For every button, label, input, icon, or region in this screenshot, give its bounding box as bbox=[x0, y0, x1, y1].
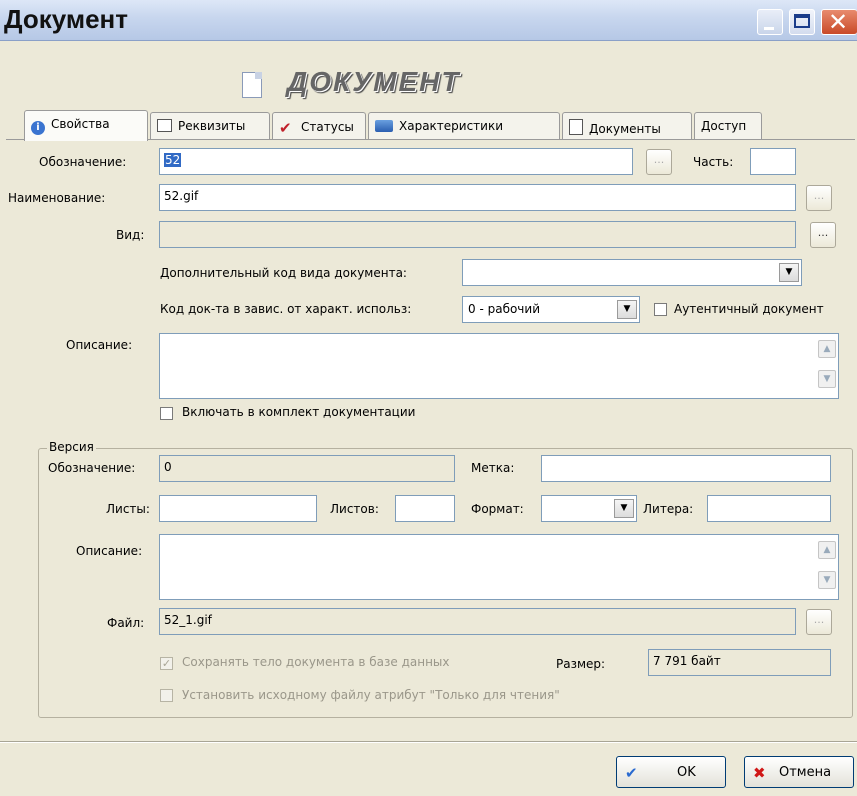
file-label: Файл: bbox=[107, 616, 145, 630]
include-checkbox[interactable] bbox=[160, 407, 173, 420]
close-icon: ✕ bbox=[828, 8, 849, 36]
maximize-icon bbox=[794, 14, 810, 28]
usage-code-select[interactable]: 0 - рабочий ▼ bbox=[462, 296, 640, 323]
file-browse-button[interactable]: ... bbox=[806, 609, 832, 635]
version-description-label: Описание: bbox=[76, 544, 143, 558]
tab-documents[interactable]: Документы bbox=[562, 112, 692, 139]
name-label: Наименование: bbox=[8, 191, 106, 205]
documents-icon bbox=[569, 119, 583, 135]
scroll-down-icon[interactable]: ▼ bbox=[818, 370, 836, 388]
version-description-textarea[interactable]: ▲ ▼ bbox=[159, 534, 839, 600]
maximize-button[interactable] bbox=[789, 9, 815, 35]
readonly-attr-checkbox[interactable] bbox=[160, 689, 173, 702]
scroll-up-icon[interactable]: ▲ bbox=[818, 541, 836, 559]
usage-code-value: 0 - рабочий bbox=[468, 302, 540, 316]
description-textarea[interactable]: ▲ ▼ bbox=[159, 333, 839, 399]
part-input[interactable] bbox=[750, 148, 796, 175]
save-body-checkbox[interactable]: ✓ bbox=[160, 657, 173, 670]
file-input[interactable]: 52_1.gif bbox=[159, 608, 796, 635]
document-icon bbox=[242, 72, 262, 98]
title-bar[interactable]: Документ ✕ bbox=[0, 0, 857, 41]
bottom-separator-highlight bbox=[0, 742, 857, 743]
include-label: Включать в комплект документации bbox=[182, 405, 416, 419]
tab-label: Свойства bbox=[51, 117, 110, 131]
litera-input[interactable] bbox=[707, 495, 831, 522]
kind-input[interactable] bbox=[159, 221, 796, 248]
designation-value: 52 bbox=[164, 153, 182, 167]
sheet-count-label: Листов: bbox=[330, 502, 379, 516]
cancel-x-icon: ✖ bbox=[753, 764, 766, 782]
tab-access[interactable]: Доступ bbox=[694, 112, 762, 139]
tab-label: Доступ bbox=[701, 119, 747, 133]
mark-input[interactable] bbox=[541, 455, 831, 482]
readonly-attr-label: Установить исходному файлу атрибут "Толь… bbox=[182, 688, 560, 702]
size-value: 7 791 байт bbox=[648, 649, 831, 676]
chevron-down-icon[interactable]: ▼ bbox=[779, 263, 799, 282]
tab-label: Характеристики bbox=[399, 119, 504, 133]
characteristics-icon bbox=[375, 120, 393, 132]
version-legend: Версия bbox=[47, 440, 96, 454]
version-designation-label: Обозначение: bbox=[48, 461, 136, 475]
requisites-icon bbox=[157, 119, 172, 132]
tab-label: Реквизиты bbox=[178, 119, 246, 133]
close-button[interactable]: ✕ bbox=[821, 8, 857, 36]
header-title: ДОКУМЕНТ bbox=[287, 66, 461, 97]
designation-browse-button[interactable]: ... bbox=[646, 149, 672, 175]
part-label: Часть: bbox=[693, 155, 734, 169]
authentic-label: Аутентичный документ bbox=[674, 302, 824, 316]
size-label: Размер: bbox=[556, 657, 606, 671]
ok-button[interactable]: ✔ OK bbox=[616, 756, 726, 788]
authentic-checkbox[interactable] bbox=[654, 303, 667, 316]
cancel-button[interactable]: ✖ Отмена bbox=[744, 756, 854, 788]
tab-label: Документы bbox=[589, 122, 661, 136]
version-designation-input[interactable]: 0 bbox=[159, 455, 455, 482]
minimize-button[interactable] bbox=[757, 9, 783, 35]
chevron-down-icon[interactable]: ▼ bbox=[617, 300, 637, 319]
litera-label: Литера: bbox=[643, 502, 694, 516]
tab-requisites[interactable]: Реквизиты bbox=[150, 112, 270, 139]
info-icon: i bbox=[31, 121, 45, 135]
usage-code-label: Код док-та в завис. от характ. использ: bbox=[160, 302, 412, 316]
scroll-down-icon[interactable]: ▼ bbox=[818, 571, 836, 589]
tab-statuses[interactable]: ✔ Статусы bbox=[272, 112, 366, 139]
minimize-icon bbox=[764, 27, 774, 30]
kind-browse-button[interactable]: ... bbox=[810, 222, 836, 248]
ok-label: OK bbox=[677, 765, 696, 780]
description-label: Описание: bbox=[66, 338, 133, 352]
name-input[interactable]: 52.gif bbox=[159, 184, 796, 211]
kind-label: Вид: bbox=[116, 228, 145, 242]
cancel-label: Отмена bbox=[779, 765, 832, 780]
extra-code-label: Дополнительный код вида документа: bbox=[160, 266, 407, 280]
extra-code-select[interactable]: ▼ bbox=[462, 259, 802, 286]
save-body-label: Сохранять тело документа в базе данных bbox=[182, 655, 450, 669]
window-title: Документ bbox=[4, 4, 128, 34]
designation-input[interactable]: 52 bbox=[159, 148, 633, 175]
designation-label: Обозначение: bbox=[39, 155, 127, 169]
sheets-input[interactable] bbox=[159, 495, 317, 522]
sheets-label: Листы: bbox=[106, 502, 150, 516]
chevron-down-icon[interactable]: ▼ bbox=[614, 499, 634, 518]
tab-characteristics[interactable]: Характеристики bbox=[368, 112, 560, 139]
tab-properties[interactable]: i Свойства bbox=[24, 110, 148, 141]
scroll-up-icon[interactable]: ▲ bbox=[818, 340, 836, 358]
format-label: Формат: bbox=[471, 502, 524, 516]
format-select[interactable]: ▼ bbox=[541, 495, 637, 522]
checkmark-icon: ✔ bbox=[279, 119, 292, 137]
tab-label: Статусы bbox=[301, 120, 354, 134]
name-browse-button[interactable]: ... bbox=[806, 185, 832, 211]
sheet-count-input[interactable] bbox=[395, 495, 455, 522]
mark-label: Метка: bbox=[471, 461, 515, 475]
ok-check-icon: ✔ bbox=[625, 764, 638, 782]
